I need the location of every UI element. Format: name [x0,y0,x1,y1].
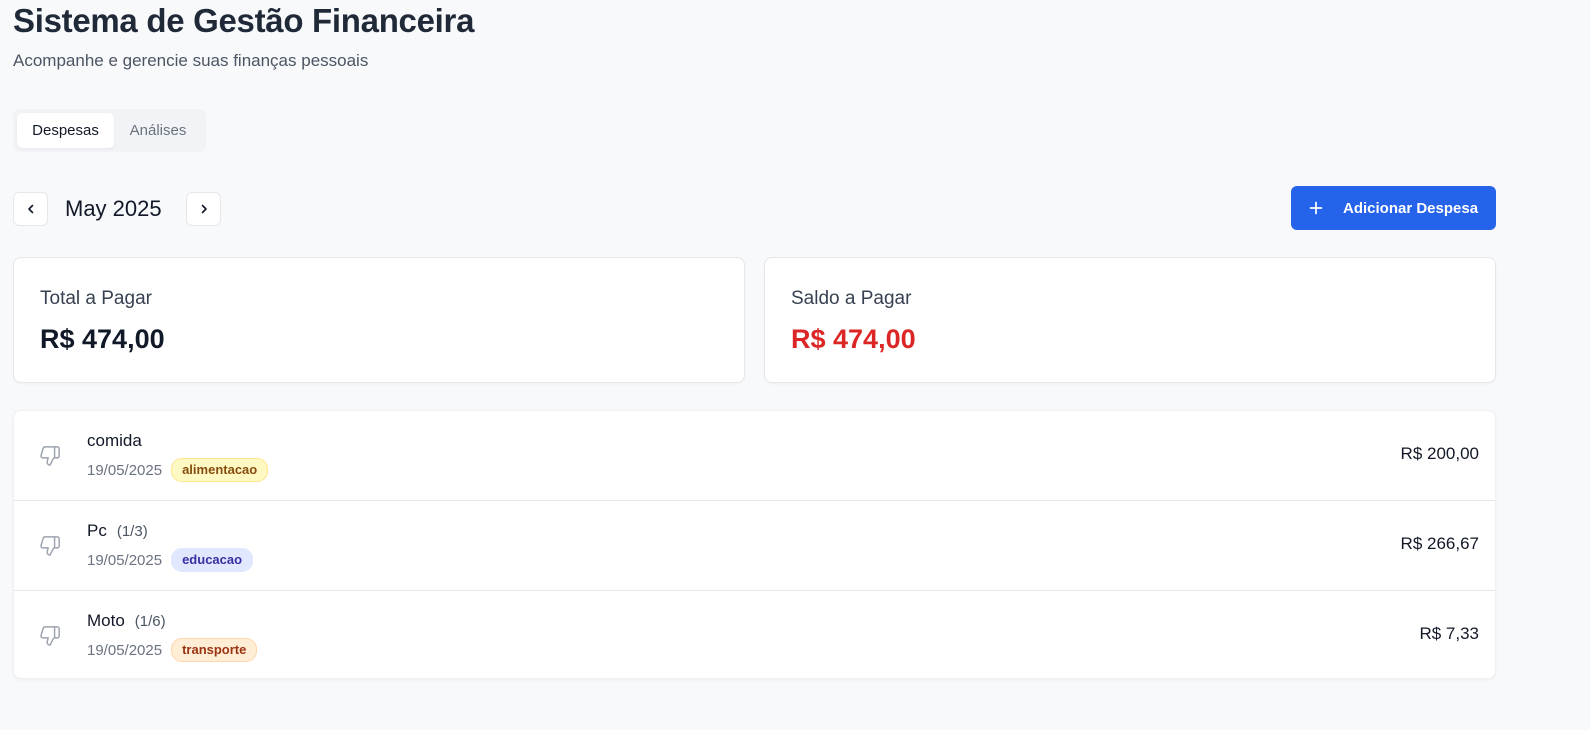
category-badge: transporte [171,638,258,662]
next-month-button[interactable] [186,192,221,226]
expense-list: comida 19/05/2025 alimentacao R$ 200,00 … [13,410,1496,679]
thumbs-down-icon[interactable] [39,445,61,467]
expense-row[interactable]: Pc (1/3) 19/05/2025 educacao R$ 266,67 [14,501,1495,591]
plus-icon [1308,200,1324,216]
balance-title: Saldo a Pagar [791,288,912,309]
chevron-left-icon [27,204,33,214]
total-title: Total a Pagar [40,288,152,309]
total-card: Total a Pagar R$ 474,00 [13,257,745,383]
current-month-label: May 2025 [65,196,162,221]
category-badge: educacao [171,548,254,572]
page-subtitle: Acompanhe e gerencie suas finanças pesso… [13,51,369,70]
expense-name: Moto [87,611,125,630]
expense-date: 19/05/2025 [87,551,163,569]
category-badge: alimentacao [171,458,269,482]
tab-list: Despesas Análises [13,109,206,152]
total-value: R$ 474,00 [40,324,165,354]
balance-card: Saldo a Pagar R$ 474,00 [764,257,1496,383]
expense-amount: R$ 200,00 [1400,444,1479,463]
installment-label: (1/3) [116,523,148,540]
chevron-right-icon [201,204,207,214]
add-expense-button[interactable]: Adicionar Despesa [1291,186,1496,230]
tab-despesas[interactable]: Despesas [17,113,114,148]
expense-row[interactable]: comida 19/05/2025 alimentacao R$ 200,00 [14,411,1495,501]
expense-name: Pc [87,521,107,540]
add-expense-label: Adicionar Despesa [1343,199,1479,217]
expense-name: comida [87,431,142,450]
balance-value: R$ 474,00 [791,324,916,354]
page-title: Sistema de Gestão Financeira [13,2,475,39]
expense-row[interactable]: Moto (1/6) 19/05/2025 transporte R$ 7,33 [14,591,1495,679]
thumbs-down-icon[interactable] [39,625,61,647]
expense-amount: R$ 266,67 [1400,534,1479,553]
previous-month-button[interactable] [13,192,48,226]
expense-date: 19/05/2025 [87,641,163,659]
expense-date: 19/05/2025 [87,461,163,479]
thumbs-down-icon[interactable] [39,535,61,557]
installment-label: (1/6) [134,613,166,630]
tab-analises[interactable]: Análises [114,113,202,148]
expense-amount: R$ 7,33 [1419,624,1479,643]
